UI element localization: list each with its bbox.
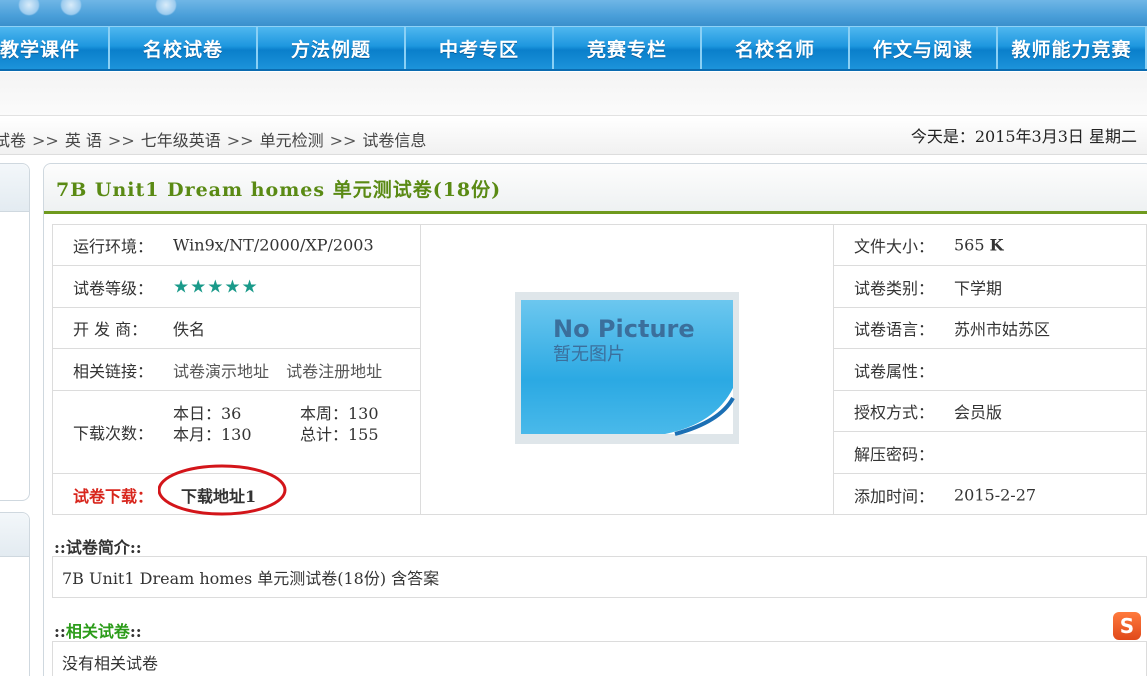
breadcrumb-item-0[interactable]: 试卷 [0, 131, 26, 150]
intro-box: 7B Unit1 Dream homes 单元测试卷(18份) 含答案 [52, 556, 1147, 598]
breadcrumb-separator: >> [329, 131, 357, 150]
links-row: 相关链接： 试卷演示地址 试卷注册地址 [53, 349, 420, 391]
breadcrumb-separator: >> [32, 131, 59, 150]
info-right-column: 文件大小： 565 K 试卷类别： 下学期 试卷语言： 苏州市姑苏区 试卷属性：… [833, 225, 1147, 514]
env-row: 运行环境： Win9x/NT/2000/XP/2003 [53, 225, 420, 266]
category-row: 试卷类别： 下学期 [834, 266, 1147, 308]
intro-prefix: :: [54, 538, 66, 557]
level-stars: ★★★★★ [173, 276, 259, 297]
related-box: 没有相关试卷 [52, 641, 1147, 676]
nav-item-2[interactable]: 方法例题 [258, 27, 406, 69]
downloads-label: 下载次数： [73, 424, 154, 443]
dev-row: 开 发 商： 佚名 [53, 308, 420, 349]
nav-item-7[interactable]: 教师能力竞赛 [998, 27, 1147, 69]
sidebar-panel-header [0, 513, 29, 557]
sub-bar [0, 72, 1147, 116]
preview-area: No Picture 暂无图片 [421, 225, 833, 514]
license-value: 会员版 [954, 403, 1003, 422]
nav-item-1[interactable]: 名校试卷 [110, 27, 258, 69]
intro-heading: ::试卷简介:: [54, 534, 142, 558]
added-value: 2015-2-27 [954, 485, 1037, 505]
related-title: 相关试卷 [65, 622, 130, 641]
downloads-total: 总计：155 [300, 425, 379, 444]
breadcrumb-item-1[interactable]: 英 语 [65, 131, 102, 150]
related-prefix: :: [54, 622, 66, 641]
password-row: 解压密码： [834, 432, 1147, 474]
related-heading: ::相关试卷:: [54, 618, 142, 642]
env-label: 运行环境： [73, 237, 154, 256]
sidebar-panel [0, 512, 30, 676]
breadcrumb-item-2[interactable]: 七年级英语 [141, 131, 221, 150]
added-row: 添加时间： 2015-2-27 [834, 474, 1147, 516]
paper-detail-panel: 7B Unit1 Dream homes 单元测试卷(18份) 运行环境： Wi… [43, 163, 1147, 676]
size-label: 文件大小： [854, 237, 935, 256]
no-picture-text-cn: 暂无图片 [553, 344, 625, 365]
attr-label: 试卷属性： [854, 361, 935, 381]
size-value: 565 K [954, 236, 1004, 255]
breadcrumb-item-3[interactable]: 单元检测 [260, 131, 324, 150]
demo-link[interactable]: 试卷演示地址 [173, 362, 269, 381]
downloads-month: 本月：130 [173, 425, 252, 444]
nav-item-5[interactable]: 名校名师 [702, 27, 850, 69]
lang-row: 试卷语言： 苏州市姑苏区 [834, 308, 1147, 349]
related-suffix: :: [129, 622, 142, 641]
license-label: 授权方式： [854, 403, 935, 422]
added-label: 添加时间： [854, 487, 935, 506]
sidebar-panel [0, 163, 30, 501]
breadcrumb-separator: >> [226, 131, 254, 150]
intro-suffix: :: [129, 538, 142, 557]
level-label: 试卷等级： [73, 278, 154, 298]
sogou-ime-icon[interactable]: S [1113, 612, 1141, 640]
no-picture-image: No Picture 暂无图片 [515, 292, 739, 444]
nav-item-6[interactable]: 作文与阅读 [850, 27, 998, 69]
paper-title: 7B Unit1 Dream homes 单元测试卷(18份) [56, 179, 502, 201]
breadcrumb-separator: >> [107, 131, 135, 150]
level-row: 试卷等级： ★★★★★ [53, 266, 420, 308]
downloads-row: 下载次数： 本日：36 本周：130 本月：130 总计：155 [53, 391, 420, 474]
downloads-week: 本周：130 [300, 404, 379, 423]
annotation-circle [158, 464, 287, 516]
intro-title: 试卷简介 [65, 538, 130, 557]
nav-item-3[interactable]: 中考专区 [406, 27, 554, 69]
nav-item-4[interactable]: 竞赛专栏 [554, 27, 702, 69]
banner-decoration [18, 0, 40, 16]
password-label: 解压密码： [854, 444, 935, 464]
intro-text: 7B Unit1 Dream homes 单元测试卷(18份) 含答案 [62, 569, 440, 588]
category-label: 试卷类别： [854, 278, 935, 298]
main-nav: 教学课件 名校试卷 方法例题 中考专区 竞赛专栏 名校名师 作文与阅读 教师能力竞赛 [0, 26, 1147, 71]
env-value: Win9x/NT/2000/XP/2003 [173, 235, 374, 255]
paper-header: 7B Unit1 Dream homes 单元测试卷(18份) [44, 164, 1147, 214]
attr-row: 试卷属性： [834, 349, 1147, 391]
breadcrumb-bar: 试卷 >> 英 语 >> 七年级英语 >> 单元检测 >> 试卷信息 今天是：2015年3月3日… [0, 117, 1147, 155]
breadcrumb: 试卷 >> 英 语 >> 七年级英语 >> 单元检测 >> 试卷信息 [0, 127, 426, 151]
banner-decoration [155, 0, 177, 16]
top-banner [0, 0, 1147, 26]
lang-label: 试卷语言： [854, 320, 935, 339]
downloads-day: 本日：36 [173, 404, 242, 423]
license-row: 授权方式： 会员版 [834, 391, 1147, 432]
links-value: 试卷演示地址 试卷注册地址 [173, 358, 382, 382]
dev-value: 佚名 [173, 320, 206, 339]
links-label: 相关链接： [73, 361, 154, 381]
breadcrumb-item-4: 试卷信息 [362, 131, 427, 150]
nav-item-0[interactable]: 教学课件 [0, 27, 110, 69]
download-label: 试卷下载： [73, 487, 154, 506]
category-value: 下学期 [954, 278, 1003, 298]
no-picture-text-en: No Picture [553, 315, 695, 343]
banner-decoration [60, 0, 82, 16]
size-number: 565 [954, 235, 985, 255]
lang-value: 苏州市姑苏区 [954, 320, 1051, 339]
related-text: 没有相关试卷 [62, 654, 159, 673]
size-row: 文件大小： 565 K [834, 225, 1147, 266]
dev-label: 开 发 商： [73, 320, 148, 339]
sidebar-panel-header [0, 164, 29, 212]
size-unit: K [989, 235, 1004, 255]
today-date: 今天是：2015年3月3日 星期二 [910, 127, 1137, 146]
register-link[interactable]: 试卷注册地址 [286, 362, 382, 381]
